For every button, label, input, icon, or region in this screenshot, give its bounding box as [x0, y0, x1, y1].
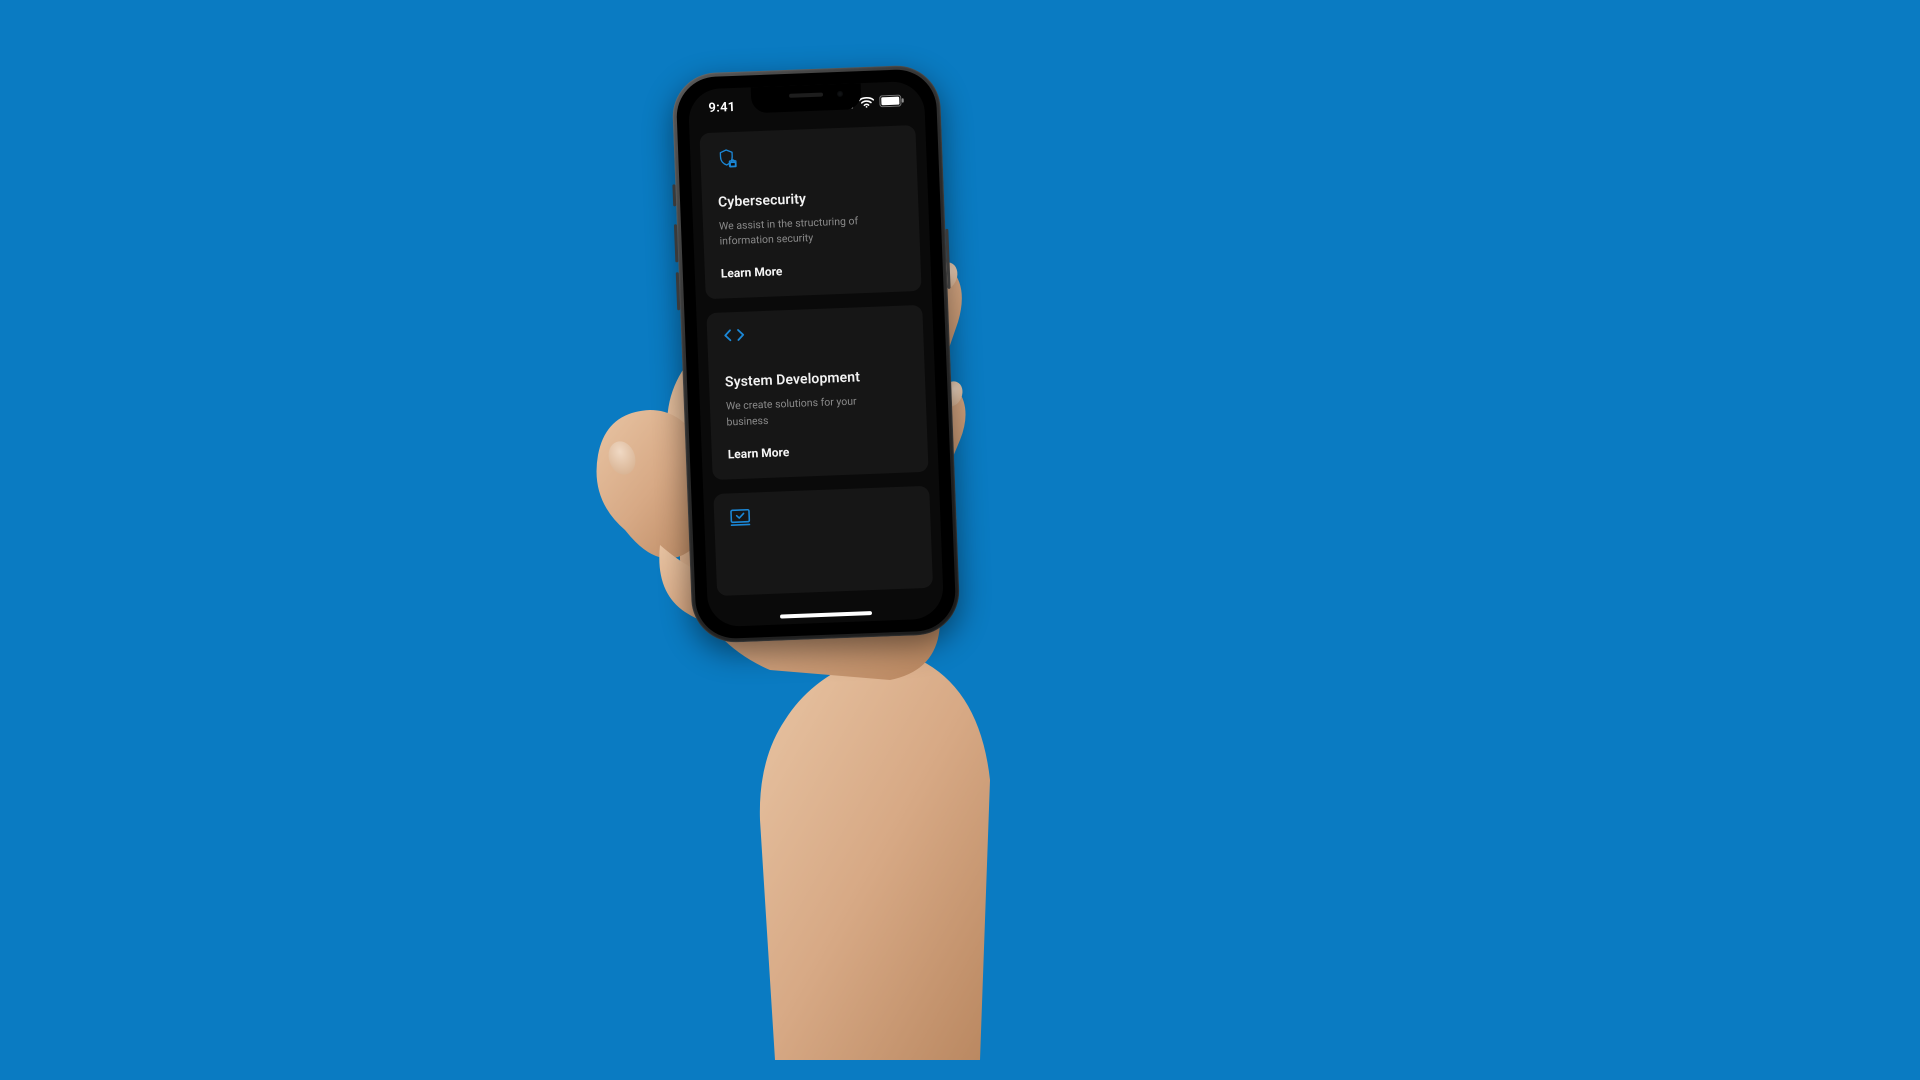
volume-up-button — [674, 224, 678, 262]
services-list[interactable]: Cybersecurity We assist in the structuri… — [689, 125, 944, 628]
wifi-icon — [858, 96, 874, 108]
card-partial[interactable] — [713, 486, 933, 596]
learn-more-link[interactable]: Learn More — [728, 440, 912, 461]
card-desc: We create solutions for your business — [726, 393, 887, 430]
silence-switch — [672, 184, 676, 206]
battery-icon — [879, 94, 904, 107]
learn-more-link[interactable]: Learn More — [721, 260, 905, 281]
phone-screen: 9:41 — [688, 81, 944, 628]
card-system-development[interactable]: System Development We create solutions f… — [706, 305, 928, 480]
card-desc: We assist in the structuring of informat… — [719, 212, 880, 249]
monitor-check-icon — [730, 502, 915, 529]
phone-frame: 9:41 — [671, 64, 961, 644]
card-title: System Development — [725, 368, 909, 391]
phone-mockup: 9:41 — [671, 64, 961, 644]
card-title: Cybersecurity — [718, 188, 902, 211]
code-icon — [723, 322, 908, 349]
notch — [751, 83, 862, 113]
power-button — [945, 229, 950, 289]
shield-lock-icon — [716, 142, 901, 169]
volume-down-button — [676, 272, 680, 310]
card-cybersecurity[interactable]: Cybersecurity We assist in the structuri… — [699, 125, 921, 300]
status-time: 9:41 — [708, 99, 736, 115]
